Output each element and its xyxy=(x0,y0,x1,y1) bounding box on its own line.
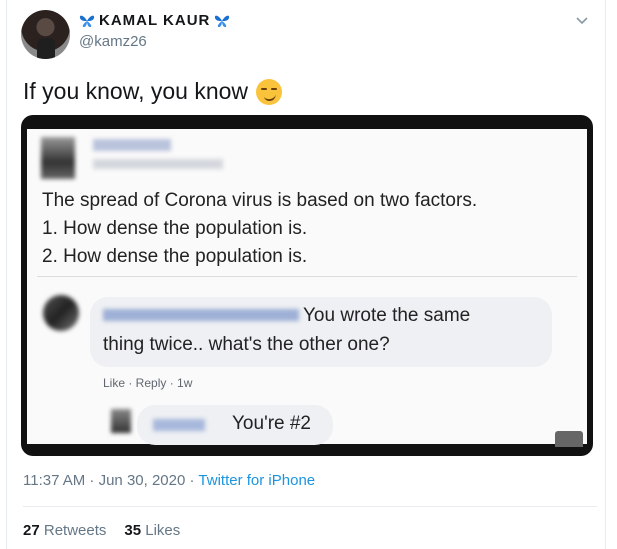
tweet-image[interactable]: The spread of Corona virus is based on t… xyxy=(21,115,593,456)
tweet-text: If you know, you know xyxy=(23,78,283,105)
tweet-meta: 11:37 AM · Jun 30, 2020 · Twitter for iP… xyxy=(23,472,315,489)
post-text-line: 1. How dense the population is. xyxy=(42,218,308,239)
comment-actions: Like · Reply · 1w xyxy=(103,376,193,390)
blurred-reply-name xyxy=(153,419,205,431)
divider xyxy=(23,506,597,507)
source-link[interactable]: Twitter for iPhone xyxy=(198,472,315,489)
likes-label: Likes xyxy=(145,522,181,539)
reply-text: You're #2 xyxy=(232,413,311,434)
blurred-commenter-name xyxy=(103,309,299,321)
tweet-text-content: If you know, you know xyxy=(23,78,249,104)
comment-text: thing twice.. what's the other one? xyxy=(103,334,390,355)
blurred-commenter-avatar xyxy=(43,295,79,331)
engagement-stats: 27 Retweets 35 Likes xyxy=(23,522,180,539)
blurred-name xyxy=(93,139,171,151)
retweets-stat[interactable]: 27 Retweets xyxy=(23,522,106,539)
author-name-row[interactable]: KAMAL KAUR xyxy=(79,12,230,29)
blurred-subtitle xyxy=(93,159,223,169)
retweets-count: 27 xyxy=(23,522,40,539)
avatar[interactable] xyxy=(21,10,70,59)
user-handle[interactable]: @kamz26 xyxy=(79,33,147,50)
display-name[interactable]: KAMAL KAUR xyxy=(99,12,210,29)
retweets-label: Retweets xyxy=(43,522,107,539)
post-text-line: The spread of Corona virus is based on t… xyxy=(42,190,478,211)
butterfly-icon xyxy=(215,15,230,27)
timestamp[interactable]: 11:37 AM · Jun 30, 2020 · xyxy=(23,472,195,489)
post-text-line: 2. How dense the population is. xyxy=(42,246,308,267)
chevron-down-icon[interactable] xyxy=(575,16,589,26)
smirk-emoji xyxy=(256,78,283,105)
likes-count: 35 xyxy=(124,522,142,539)
blurred-reply-avatar xyxy=(111,409,131,433)
divider xyxy=(37,276,577,277)
tweet-card: KAMAL KAUR @kamz26 If you know, you know… xyxy=(6,0,606,549)
facebook-screenshot: The spread of Corona virus is based on t… xyxy=(27,129,587,447)
blurred-avatar xyxy=(41,137,75,179)
comment-text: You wrote the same xyxy=(303,305,471,326)
butterfly-icon xyxy=(79,15,95,27)
likes-stat[interactable]: 35 Likes xyxy=(124,522,180,539)
image-corner-element xyxy=(555,431,583,447)
